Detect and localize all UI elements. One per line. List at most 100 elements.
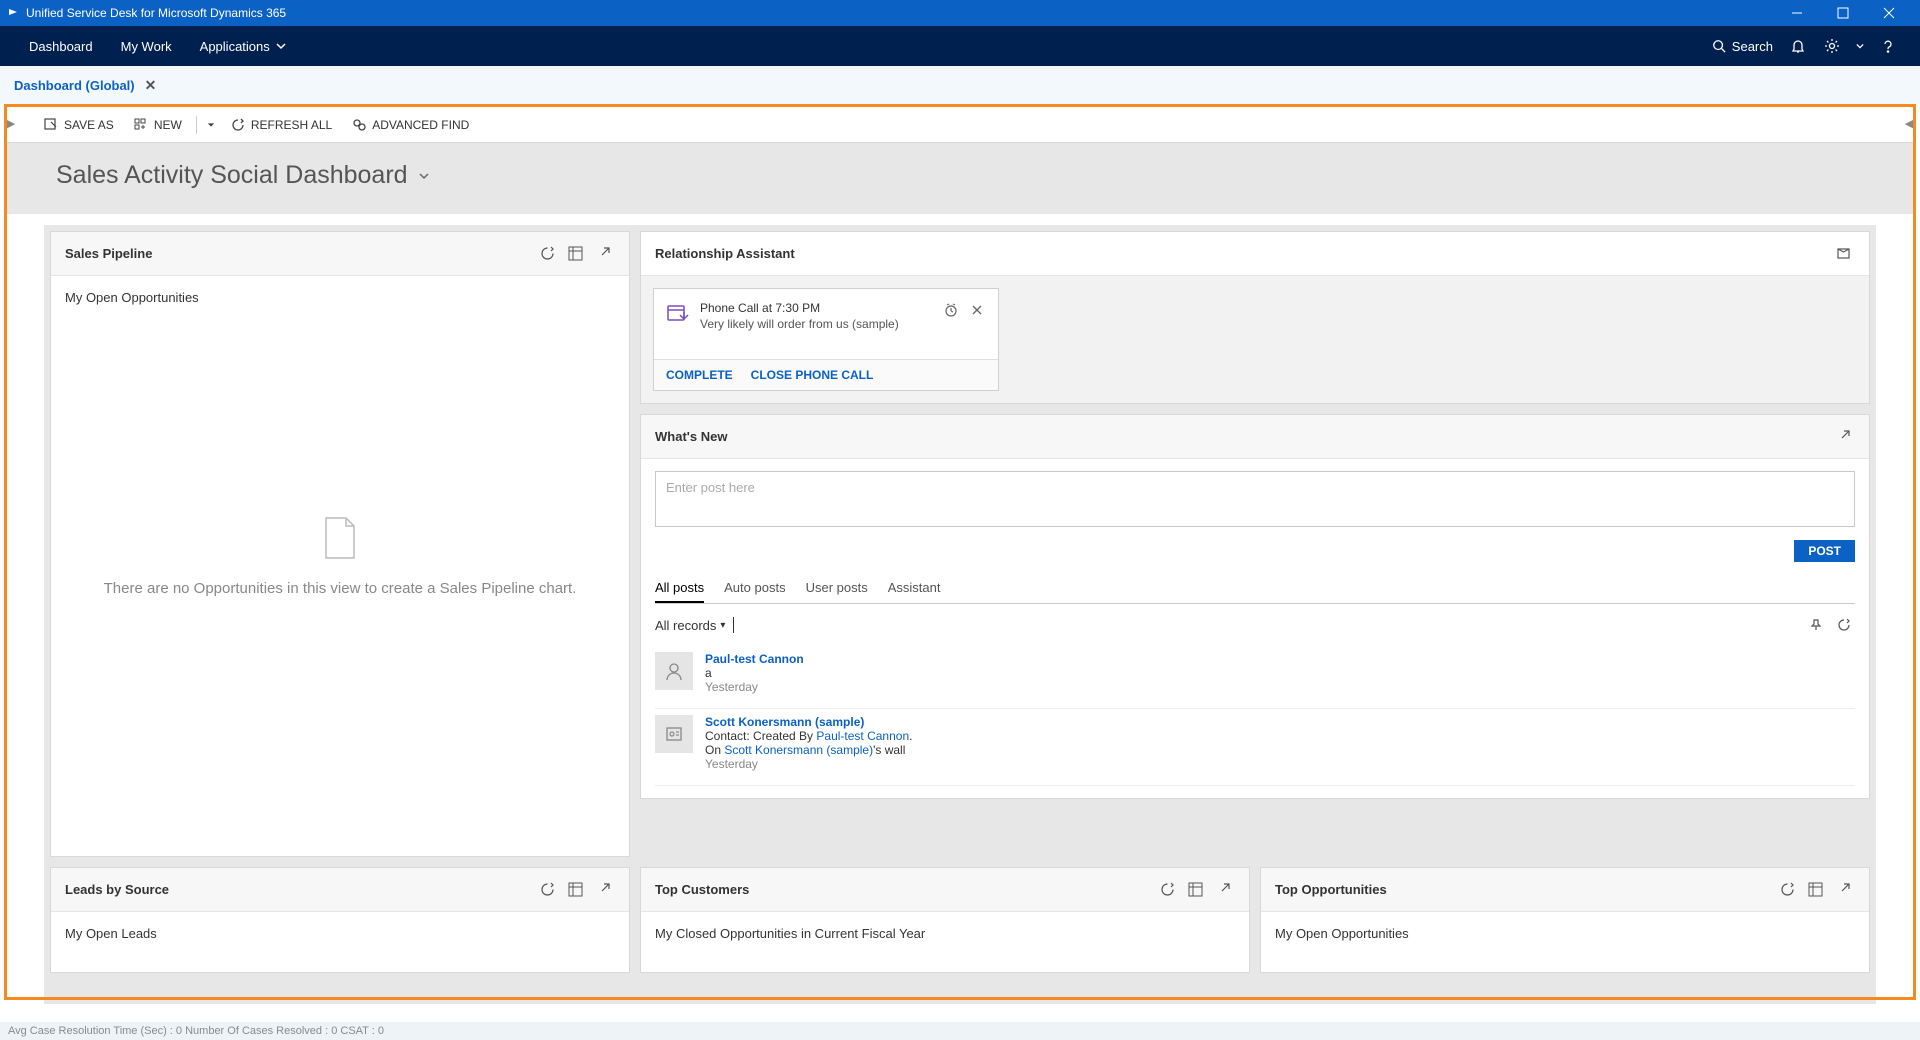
tab-strip: Dashboard (Global) ✕ xyxy=(0,66,1920,104)
expand-right-panel[interactable]: ◀ xyxy=(1904,111,1914,135)
dashboard-title-dropdown[interactable]: Sales Activity Social Dashboard xyxy=(56,161,1864,190)
wn-tab-auto[interactable]: Auto posts xyxy=(724,574,785,603)
nav-mywork-label: My Work xyxy=(121,39,172,54)
cmd-new[interactable]: NEW xyxy=(124,107,192,143)
whats-new-panel: What's New POST All posts Auto posts Use… xyxy=(640,414,1870,799)
dashboard-body[interactable]: Sales Pipeline My Open Opportunities The… xyxy=(44,225,1876,1004)
topcust-enlarge[interactable] xyxy=(1211,878,1235,902)
wn-posts-list[interactable]: Paul-test Cannon a Yesterday Scott Koner… xyxy=(655,646,1855,786)
dashboard-title-area: Sales Activity Social Dashboard xyxy=(4,143,1916,214)
window-maximize-button[interactable] xyxy=(1820,0,1866,26)
window-minimize-button[interactable] xyxy=(1774,0,1820,26)
nav-help[interactable] xyxy=(1871,26,1905,66)
ra-snooze[interactable] xyxy=(942,301,960,319)
ra-dismiss[interactable] xyxy=(968,301,986,319)
cmd-refresh-label: REFRESH ALL xyxy=(251,118,332,132)
nav-settings-dropdown[interactable] xyxy=(1849,26,1871,66)
wn-post-input[interactable] xyxy=(655,471,1855,527)
topopp-enlarge[interactable] xyxy=(1831,878,1855,902)
pipeline-enlarge[interactable] xyxy=(591,242,615,266)
chevron-down-icon xyxy=(418,170,430,182)
status-bar: Avg Case Resolution Time (Sec) : 0 Numbe… xyxy=(0,1022,1920,1040)
cmd-new-label: NEW xyxy=(154,118,182,132)
pipeline-refresh[interactable] xyxy=(535,242,559,266)
leads-title: Leads by Source xyxy=(65,882,531,897)
nav-search-label: Search xyxy=(1732,39,1773,54)
ra-settings[interactable] xyxy=(1831,242,1855,266)
wn-post-item: Scott Konersmann (sample) Contact: Creat… xyxy=(655,709,1855,786)
wn-pin[interactable] xyxy=(1805,614,1827,636)
advanced-find-icon xyxy=(352,118,366,132)
gear-icon xyxy=(1824,38,1840,54)
expand-icon xyxy=(1836,882,1851,897)
cmd-advanced-find[interactable]: ADVANCED FIND xyxy=(342,107,479,143)
cmd-save-as-label: SAVE AS xyxy=(64,118,114,132)
help-icon xyxy=(1880,38,1896,54)
empty-file-icon xyxy=(320,514,360,562)
topopp-title: Top Opportunities xyxy=(1275,882,1771,897)
wn-tab-assistant[interactable]: Assistant xyxy=(888,574,941,603)
topopp-subtitle: My Open Opportunities xyxy=(1261,912,1869,972)
tab-dashboard-global[interactable]: Dashboard (Global) ✕ xyxy=(14,77,156,94)
app-title: Unified Service Desk for Microsoft Dynam… xyxy=(26,6,286,20)
clock-icon xyxy=(944,303,958,317)
cmd-refresh-all[interactable]: REFRESH ALL xyxy=(221,107,342,143)
top-customers-panel: Top Customers My Closed Opportunities in… xyxy=(640,867,1250,973)
nav-notifications[interactable] xyxy=(1781,26,1815,66)
nav-mywork[interactable]: My Work xyxy=(107,26,186,66)
refresh-icon xyxy=(540,246,555,261)
cmd-save-as[interactable]: SAVE AS xyxy=(34,107,124,143)
wn-post-text: . xyxy=(909,729,912,743)
caret-down-icon xyxy=(207,121,215,129)
wn-refresh[interactable] xyxy=(1833,614,1855,636)
pipeline-empty-text: There are no Opportunities in this view … xyxy=(104,580,577,597)
ra-complete-link[interactable]: COMPLETE xyxy=(666,368,733,382)
topcust-refresh[interactable] xyxy=(1155,878,1179,902)
tab-close-icon[interactable]: ✕ xyxy=(145,77,157,94)
wn-post-author[interactable]: Scott Konersmann (sample) xyxy=(705,715,864,729)
wn-post-item: Paul-test Cannon a Yesterday xyxy=(655,646,1855,709)
leads-enlarge[interactable] xyxy=(591,878,615,902)
wn-post-link[interactable]: Scott Konersmann (sample) xyxy=(724,743,873,757)
nav-applications[interactable]: Applications xyxy=(186,26,300,66)
window-close-button[interactable] xyxy=(1866,0,1912,26)
pin-icon xyxy=(1809,618,1823,632)
contact-avatar-icon xyxy=(655,715,693,753)
wn-post-link[interactable]: Paul-test Cannon xyxy=(816,729,909,743)
ra-card-title: Phone Call at 7:30 PM xyxy=(700,301,942,315)
wn-post-text: Contact: Created By xyxy=(705,729,816,743)
topcust-title: Top Customers xyxy=(655,882,1151,897)
wn-tab-user[interactable]: User posts xyxy=(806,574,868,603)
close-icon xyxy=(970,303,984,317)
expand-left-panel[interactable]: ▶ xyxy=(6,111,16,135)
wn-post-author[interactable]: Paul-test Cannon xyxy=(705,652,804,666)
cmd-advfind-label: ADVANCED FIND xyxy=(372,118,469,132)
topopp-view-records[interactable] xyxy=(1803,878,1827,902)
wn-tabs: All posts Auto posts User posts Assistan… xyxy=(655,574,1855,604)
pipeline-subtitle: My Open Opportunities xyxy=(65,290,615,305)
wn-tab-all[interactable]: All posts xyxy=(655,574,704,603)
wn-filter-dropdown[interactable]: All records ▾ xyxy=(655,618,725,633)
leads-view-records[interactable] xyxy=(563,878,587,902)
wn-enlarge[interactable] xyxy=(1831,425,1855,449)
nav-dashboard-label: Dashboard xyxy=(29,39,93,54)
nav-search[interactable]: Search xyxy=(1704,39,1781,54)
top-opportunities-panel: Top Opportunities My Open Opportunities xyxy=(1260,867,1870,973)
ra-close-call-link[interactable]: CLOSE PHONE CALL xyxy=(751,368,874,382)
pipeline-view-records[interactable] xyxy=(563,242,587,266)
nav-dashboard[interactable]: Dashboard xyxy=(15,26,107,66)
refresh-icon xyxy=(231,118,245,132)
nav-applications-label: Applications xyxy=(200,39,270,54)
topopp-refresh[interactable] xyxy=(1775,878,1799,902)
nav-settings[interactable] xyxy=(1815,26,1849,66)
app-logo-icon xyxy=(8,8,18,18)
bell-icon xyxy=(1790,38,1806,54)
search-icon xyxy=(1712,39,1726,53)
wn-post-button[interactable]: POST xyxy=(1794,540,1855,562)
cmd-new-dropdown[interactable] xyxy=(201,107,221,143)
leads-refresh[interactable] xyxy=(535,878,559,902)
topcust-view-records[interactable] xyxy=(1183,878,1207,902)
refresh-icon xyxy=(1160,882,1175,897)
chevron-down-icon xyxy=(276,41,286,51)
topcust-subtitle: My Closed Opportunities in Current Fisca… xyxy=(641,912,1249,972)
